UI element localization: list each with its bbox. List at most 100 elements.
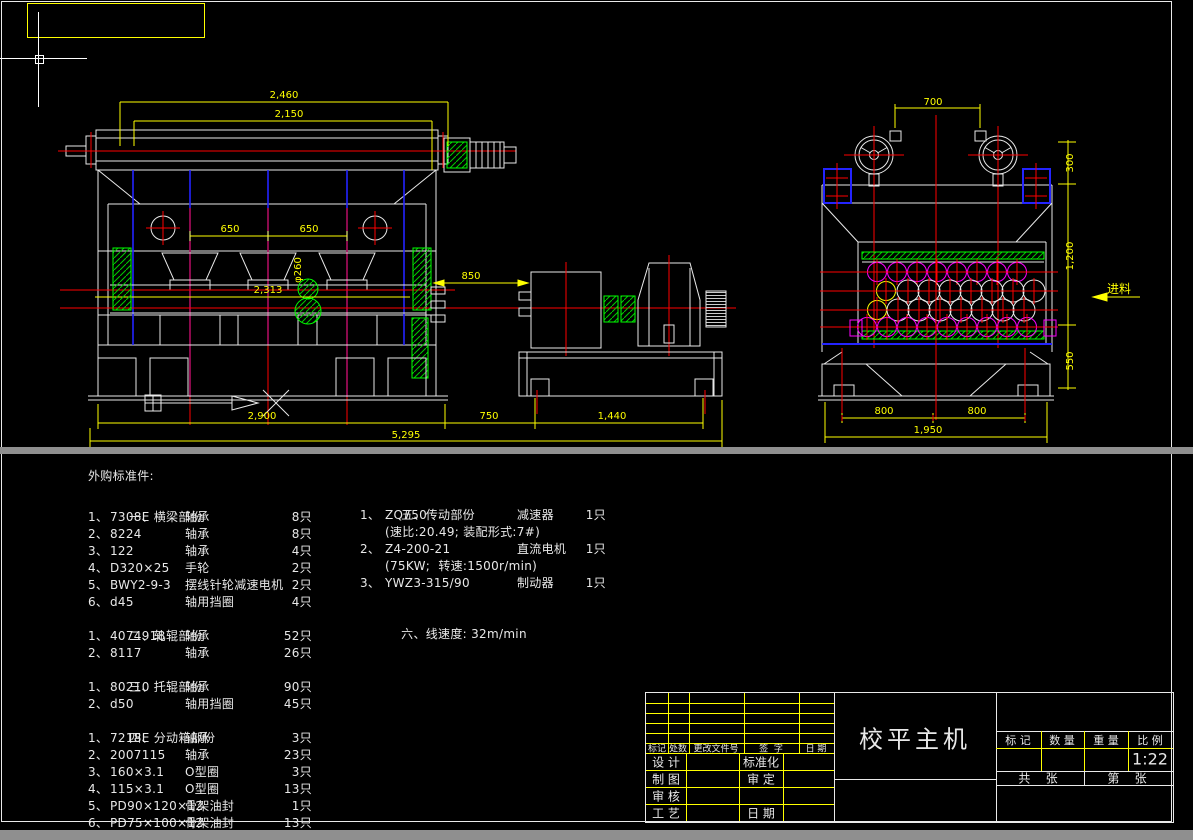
parts-row-name: 轴承 <box>185 543 292 560</box>
parts-row-code: 115×3.1 <box>110 781 185 798</box>
dim-foot-right: 800 <box>967 407 986 417</box>
parts-row-code: BWY2-9-3 <box>110 577 185 594</box>
drive-parts-list: 五、传动部份 1、ZQ750减速器1只 (速比:20.49; 装配形式:7#) … <box>360 490 606 626</box>
parts-row-name: 轴承 <box>185 679 284 696</box>
parts-row-code: 2007115 <box>110 747 185 764</box>
parts-row-qty: 23只 <box>284 747 312 764</box>
drive-row-qty: 1只 <box>586 541 606 558</box>
parts-row-code: PD90×120×12 <box>110 798 185 815</box>
purchased-parts-list: 外购标准件: 一、横梁部份 1、7308E轴承8只 2、8224轴承8只 3、1… <box>88 468 312 832</box>
parts-row: 3、160×3.1O型圈3只 <box>88 764 312 781</box>
parts-row-code: 7218E <box>110 730 185 747</box>
parts-row: 2、d50轴用挡圈45只 <box>88 696 312 713</box>
parts-row-no: 3、 <box>88 764 110 781</box>
parts-row-qty: 45只 <box>284 696 312 713</box>
dim-side-top: 300 <box>1066 153 1076 172</box>
parts-row: 三、托辊部份 <box>88 662 312 679</box>
drive-row-code: YWZ3-315/90 <box>385 575 517 592</box>
dim-beam-width: 2,460 <box>270 91 299 101</box>
parts-row-qty: 2只 <box>292 577 312 594</box>
sig-draw: 制 图 <box>652 771 680 788</box>
sig-date: 日 期 <box>747 805 775 822</box>
parts-row-name: 骨架油封 <box>185 798 292 815</box>
parts-row-qty: 26只 <box>284 645 312 662</box>
scale-value: 1:22 <box>1132 750 1168 769</box>
parts-row-code: 8117 <box>110 645 185 662</box>
parts-row: 4、D320×25手轮2只 <box>88 560 312 577</box>
dim-roll-diameter: φ260 <box>294 257 304 283</box>
pickbox-icon <box>35 55 44 64</box>
parts-list-title: 外购标准件: <box>88 468 312 485</box>
drive-row-no: 六、线速度: 32m/min <box>401 627 527 641</box>
parts-row-qty: 3只 <box>292 764 312 781</box>
parts-row-code: 7308E <box>110 509 185 526</box>
parts-row: 1、80210轴承90只 <box>88 679 312 696</box>
title-block: 标记 处数 更改文件号 签 字 日 期 设 计 制 图 审 核 工 艺 标准化 … <box>645 692 1174 823</box>
parts-row: 5、BWY2-9-3摆线针轮减速电机2只 <box>88 577 312 594</box>
drive-row-no <box>360 524 385 541</box>
parts-row-qty: 4只 <box>292 594 312 611</box>
dim-span-left: 650 <box>220 225 239 235</box>
parts-row: 四、分动箱部份 <box>88 713 312 730</box>
viewport-split-band <box>0 447 1193 454</box>
drive-row-qty: 1只 <box>586 507 606 524</box>
parts-row-no: 2、 <box>88 696 110 713</box>
parts-row-no: 4、 <box>88 560 110 577</box>
parts-row-name: 轴用挡圈 <box>185 594 292 611</box>
dim-top-screw: 700 <box>923 98 942 108</box>
sheet-no: 第 张 <box>1107 770 1146 787</box>
parts-row-name: 轴承 <box>185 509 292 526</box>
dim-beam-width-inner: 2,150 <box>275 110 304 120</box>
parts-row: 5、PD90×120×12骨架油封1只 <box>88 798 312 815</box>
parts-row-name: 轴承 <box>185 645 284 662</box>
drive-row-name: 减速器 <box>517 507 586 524</box>
sig-design: 设 计 <box>652 754 680 771</box>
drawing-title: 校平主机 <box>859 720 971 755</box>
rev-col-file-no: 更改文件号 <box>693 742 738 755</box>
drive-row-no <box>360 558 385 575</box>
parts-row-no: 4、 <box>88 781 110 798</box>
dim-gap-motor: 850 <box>461 272 480 282</box>
dim-base-right: 1,440 <box>598 412 627 422</box>
dim-foot-total: 1,950 <box>914 426 943 436</box>
parts-row-no: 2、 <box>88 645 110 662</box>
parts-row: 4、115×3.1O型圈13只 <box>88 781 312 798</box>
parts-row-name: 轴承 <box>185 747 284 764</box>
parts-row-qty: 1只 <box>292 798 312 815</box>
drive-row-no: 1、 <box>360 507 385 524</box>
parts-row-qty: 2只 <box>292 560 312 577</box>
cad-application-view: 2,460 2,150 650 650 2,313 φ260 850 2,900… <box>0 0 1193 840</box>
parts-row-name: 手轮 <box>185 560 292 577</box>
parts-row-qty: 4只 <box>292 543 312 560</box>
drive-row-name: 直流电机 <box>517 541 586 558</box>
col-mark: 标 记 <box>1005 732 1031 748</box>
drive-row-no: 2、 <box>360 541 385 558</box>
parts-row: 2、8224轴承8只 <box>88 526 312 543</box>
col-scale: 比 例 <box>1137 732 1163 748</box>
dim-roll-pitch: 2,313 <box>254 286 283 296</box>
drive-row-code: ZQ750 <box>385 507 517 524</box>
parts-row-qty: 13只 <box>284 781 312 798</box>
drive-row: 五、传动部份 <box>360 490 606 507</box>
sig-approve: 审 定 <box>747 771 775 788</box>
parts-row-qty: 90只 <box>284 679 312 696</box>
sheet-total: 共 张 <box>1018 770 1057 787</box>
parts-row-no: 6、 <box>88 594 110 611</box>
drive-row: 六、线速度: 32m/min <box>360 609 606 626</box>
dim-foot-left: 800 <box>874 407 893 417</box>
dim-base-mid: 750 <box>479 412 498 422</box>
parts-row-no: 5、 <box>88 798 110 815</box>
parts-row-qty: 8只 <box>292 526 312 543</box>
parts-row-name: 轴承 <box>185 526 292 543</box>
parts-row-code: 160×3.1 <box>110 764 185 781</box>
parts-row-code: 4074918 <box>110 628 185 645</box>
parts-row-no: 1、 <box>88 628 110 645</box>
drive-row-no: 3、 <box>360 575 385 592</box>
parts-row-code: 122 <box>110 543 185 560</box>
parts-row: 1、7308E轴承8只 <box>88 509 312 526</box>
drive-row-name: 制动器 <box>517 575 586 592</box>
frame-corner-box <box>27 3 205 38</box>
parts-row-no: 1、 <box>88 730 110 747</box>
parts-row-no: 2、 <box>88 747 110 764</box>
drive-row: (速比:20.49; 装配形式:7#) <box>360 524 606 541</box>
